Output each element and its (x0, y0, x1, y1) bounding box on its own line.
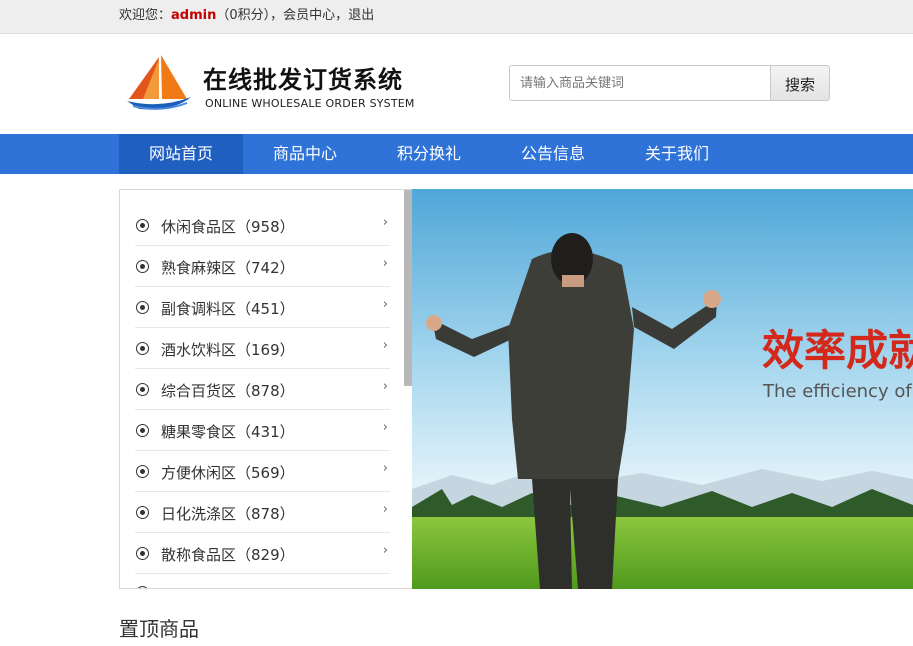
sidebar-scrollbar[interactable] (404, 190, 412, 386)
radio-dot-icon (136, 260, 149, 273)
welcome-text: 欢迎您： (119, 8, 172, 23)
category-item[interactable]: 副食调料区（451） › (135, 287, 390, 328)
top-bar: 欢迎您：admin（0积分），会员中心，退出 (0, 0, 913, 34)
category-item[interactable]: 熟食麻辣区（742） › (135, 246, 390, 287)
main-nav: 网站首页 商品中心 积分换礼 公告信息 关于我们 (0, 134, 913, 174)
category-label: 散称食品区（829） (161, 546, 295, 564)
chevron-right-icon: › (382, 338, 388, 353)
radio-dot-icon (136, 586, 149, 588)
chevron-right-icon: › (382, 502, 388, 517)
radio-dot-icon (136, 424, 149, 437)
category-label: 日化洗涤区（878） (161, 505, 295, 523)
nav-item-about[interactable]: 关于我们 (615, 134, 739, 174)
category-sidebar: 休闲食品区（958） › 熟食麻辣区（742） › 副食调料区（451） › 酒… (119, 189, 413, 589)
category-item[interactable]: 散称食品区（829） › (135, 533, 390, 574)
username: admin (171, 8, 217, 23)
category-item[interactable]: 休闲食品区（958） › (135, 205, 390, 246)
radio-dot-icon (136, 219, 149, 232)
category-label: 方便休闲区（569） (161, 464, 295, 482)
chevron-right-icon: › (382, 256, 388, 271)
category-label: 糖果零食区（431） (161, 423, 295, 441)
nav-item-home[interactable]: 网站首页 (119, 134, 243, 174)
top-products-heading: 置顶商品 (119, 617, 199, 641)
search-button[interactable]: 搜索 (770, 65, 830, 101)
radio-dot-icon (136, 301, 149, 314)
category-item[interactable]: 日化洗涤区（878） › (135, 492, 390, 533)
category-item[interactable]: 综合百货区（878） › (135, 369, 390, 410)
points-text: （0积分） (216, 8, 271, 23)
category-item[interactable]: 酒水饮料区（169） › (135, 328, 390, 369)
category-label: 酒水饮料区（169） (161, 341, 295, 359)
category-item[interactable]: 方便休闲区（569） › (135, 451, 390, 492)
banner-tagline: The efficiency of br (762, 381, 913, 402)
radio-dot-icon (136, 547, 149, 560)
hero-banner[interactable]: 效率成就 The efficiency of br (412, 189, 913, 589)
chevron-right-icon: › (382, 420, 388, 435)
radio-dot-icon (136, 506, 149, 519)
logout-link[interactable]: 退出 (348, 8, 374, 23)
sailboat-icon[interactable] (125, 53, 195, 113)
member-center-link[interactable]: 会员中心 (283, 8, 335, 23)
category-item[interactable]: 糖果零食区（431） › (135, 410, 390, 451)
category-item-partial[interactable] (135, 574, 390, 588)
welcome-line: 欢迎您：admin（0积分），会员中心，退出 (119, 0, 374, 32)
chevron-right-icon: › (382, 297, 388, 312)
category-label: 综合百货区（878） (161, 382, 295, 400)
chevron-right-icon: › (382, 543, 388, 558)
site-title: 在线批发订货系统 (203, 66, 403, 94)
radio-dot-icon (136, 465, 149, 478)
search-input[interactable] (509, 65, 771, 101)
category-label: 熟食麻辣区（742） (161, 259, 295, 277)
banner-headline: 效率成就 (762, 326, 913, 375)
radio-dot-icon (136, 342, 149, 355)
chevron-right-icon: › (382, 379, 388, 394)
chevron-right-icon: › (382, 215, 388, 230)
nav-item-products[interactable]: 商品中心 (243, 134, 367, 174)
separator: ， (270, 8, 284, 23)
category-label: 休闲食品区（958） (161, 218, 295, 236)
site-subtitle: ONLINE WHOLESALE ORDER SYSTEM (205, 97, 415, 110)
separator: ， (335, 8, 349, 23)
chevron-right-icon: › (382, 461, 388, 476)
category-label: 副食调料区（451） (161, 300, 295, 318)
nav-item-points-gifts[interactable]: 积分换礼 (367, 134, 491, 174)
banner-image: 效率成就 The efficiency of br (412, 189, 913, 589)
radio-dot-icon (136, 383, 149, 396)
nav-item-announcements[interactable]: 公告信息 (491, 134, 615, 174)
